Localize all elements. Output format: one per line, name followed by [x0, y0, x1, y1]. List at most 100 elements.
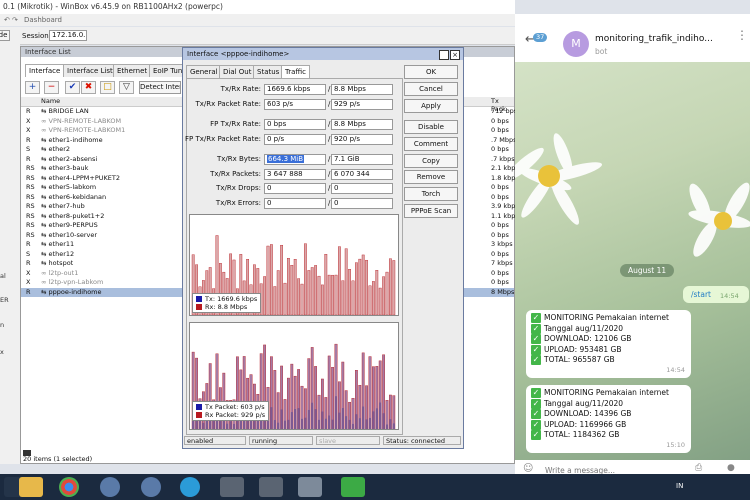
row-flag: R — [26, 259, 31, 267]
row-rate: .7 kbps — [491, 154, 515, 163]
row-name-cell: ⇆ ether2 — [41, 145, 70, 153]
forward-icon[interactable]: ↷ — [12, 16, 18, 24]
field-value-rx[interactable]: 0 — [331, 183, 393, 194]
torch-button[interactable]: Torch — [404, 187, 458, 201]
tab-ethernet[interactable]: Ethernet — [113, 64, 152, 77]
field-value-tx[interactable]: 0 bps — [264, 119, 326, 130]
vm-icon[interactable] — [220, 477, 244, 497]
tab-interface[interactable]: Interface — [25, 64, 65, 77]
row-flag: X — [26, 126, 31, 134]
camtasia-icon[interactable] — [341, 477, 365, 497]
field-value-rx[interactable]: 929 p/s — [331, 99, 393, 110]
remove-button[interactable]: Remove — [404, 170, 458, 184]
row-name: ether2 — [48, 145, 71, 153]
pppoe-scan-button[interactable]: PPPoE Scan — [404, 204, 458, 218]
row-name: pppoe-indihome — [48, 287, 102, 296]
cancel-button[interactable]: Cancel — [404, 82, 458, 96]
ok-button[interactable]: OK — [404, 65, 458, 79]
row-name-cell: ⇆ ether8-puket1+2 — [41, 212, 104, 220]
chrome-icon[interactable] — [59, 477, 79, 497]
winbox-icon[interactable] — [100, 477, 120, 497]
row-flag: RS — [26, 192, 35, 201]
field-value-tx[interactable]: 1669.6 kbps — [264, 84, 326, 95]
language-indicator[interactable]: IN — [676, 482, 683, 490]
start-command[interactable]: /start — [691, 290, 711, 299]
field-value-rx[interactable]: 8.8 Mbps — [331, 119, 393, 130]
emoji-icon[interactable]: ☺ — [523, 463, 533, 474]
field-value-tx[interactable]: 0 p/s — [264, 134, 326, 145]
copy-button[interactable]: Copy — [404, 154, 458, 168]
field-value-rx[interactable]: 6 070 344 — [331, 169, 393, 180]
menu-dashboard[interactable]: Dashboard — [24, 16, 62, 24]
winbox2-icon[interactable] — [141, 477, 161, 497]
row-flag: R — [26, 135, 31, 144]
detect-internet-button[interactable]: Detect Inter — [139, 81, 181, 94]
enable-icon[interactable]: ✔ — [65, 81, 80, 94]
tx-value: 664.3 MiB — [267, 155, 305, 163]
row-name-cell: ∞ l2tp-vpn-Labkom — [41, 278, 103, 286]
row-name: VPN-REMOTE-LABKOM — [48, 116, 122, 125]
session-field[interactable]: 172.16.0.1 — [49, 30, 87, 41]
col-name[interactable]: Name — [41, 97, 60, 105]
mode-button[interactable]: de — [0, 30, 10, 41]
menu-item-al[interactable]: al — [0, 272, 6, 280]
row-rate: 8 Mbps — [491, 287, 515, 296]
filter-icon[interactable]: ▽ — [119, 81, 134, 94]
field-value-tx[interactable]: 664.3 MiB — [264, 154, 326, 165]
tab-status[interactable]: Status — [253, 65, 284, 78]
apply-button[interactable]: Apply — [404, 99, 458, 113]
graph-bar — [273, 286, 277, 316]
row-rate: 0 bps — [491, 192, 509, 201]
tab-traffic[interactable]: Traffic — [281, 65, 311, 78]
interface-type-icon: ⇆ — [41, 183, 47, 191]
value-separator: / — [328, 120, 331, 128]
menu-item-er[interactable]: ER — [0, 296, 9, 304]
menu-item-n[interactable]: n — [0, 321, 4, 329]
legend-tx-label: Tx: — [205, 295, 216, 303]
packet-rate-chart: Tx Packet: 603 p/s Rx Packet: 929 p/s — [189, 322, 399, 430]
attach-icon[interactable]: ⎙ — [695, 463, 702, 473]
graph-bar — [337, 246, 341, 316]
field-value-tx[interactable]: 603 p/s — [264, 99, 326, 110]
interface-type-icon: ∞ — [41, 268, 47, 277]
menu-item-x[interactable]: x — [0, 348, 4, 356]
back-icon[interactable]: ↶ — [4, 16, 10, 24]
add-icon[interactable]: + — [25, 81, 40, 94]
tab-dial-out[interactable]: Dial Out — [219, 65, 256, 78]
chat-avatar[interactable]: M — [563, 31, 589, 57]
traffic-rate-chart: Tx: 1669.6 kbps Rx: 8.8 Mbps — [189, 214, 399, 316]
maximize-icon[interactable] — [439, 50, 449, 60]
check-icon: ✓ — [531, 344, 541, 355]
tab-interface-list[interactable]: Interface List — [63, 64, 117, 77]
chat-name[interactable]: monitoring_trafik_indiho... — [595, 34, 713, 44]
more-menu-icon[interactable]: ⋮ — [736, 29, 748, 41]
file-explorer-icon[interactable] — [19, 477, 43, 497]
mic-icon[interactable]: ● — [727, 463, 735, 473]
remove-icon[interactable]: − — [44, 81, 59, 94]
field-value-tx[interactable]: 0 — [264, 198, 326, 209]
comment-button[interactable]: Comment — [404, 137, 458, 151]
check-icon: ✓ — [531, 313, 541, 324]
comment-icon[interactable]: □ — [100, 81, 115, 94]
field-value-rx[interactable]: 7.1 GiB — [331, 154, 393, 165]
field-value-rx[interactable]: 920 p/s — [331, 134, 393, 145]
graph-bar-tx — [226, 423, 229, 429]
close-icon[interactable]: × — [450, 50, 460, 60]
legend-rxp-value: 929 p/s — [240, 411, 266, 419]
disable-button[interactable]: Disable — [404, 120, 458, 134]
field-value-rx[interactable]: 8.8 Mbps — [331, 84, 393, 95]
graph-bar — [327, 274, 331, 316]
row-rate: 0 bps — [491, 145, 509, 153]
app-icon[interactable] — [298, 477, 322, 497]
tab-general[interactable]: General — [186, 65, 222, 78]
field-value-tx[interactable]: 0 — [264, 183, 326, 194]
disable-icon[interactable]: ✖ — [81, 81, 96, 94]
rx-packet-swatch — [196, 412, 202, 418]
telegram-icon[interactable] — [180, 477, 200, 497]
graph-bar-tx — [317, 419, 321, 429]
vm2-icon[interactable] — [259, 477, 283, 497]
field-value-tx[interactable]: 3 647 888 — [264, 169, 326, 180]
value-separator: / — [328, 85, 331, 93]
graph-bar-tx — [379, 402, 382, 429]
field-value-rx[interactable]: 0 — [331, 198, 393, 209]
